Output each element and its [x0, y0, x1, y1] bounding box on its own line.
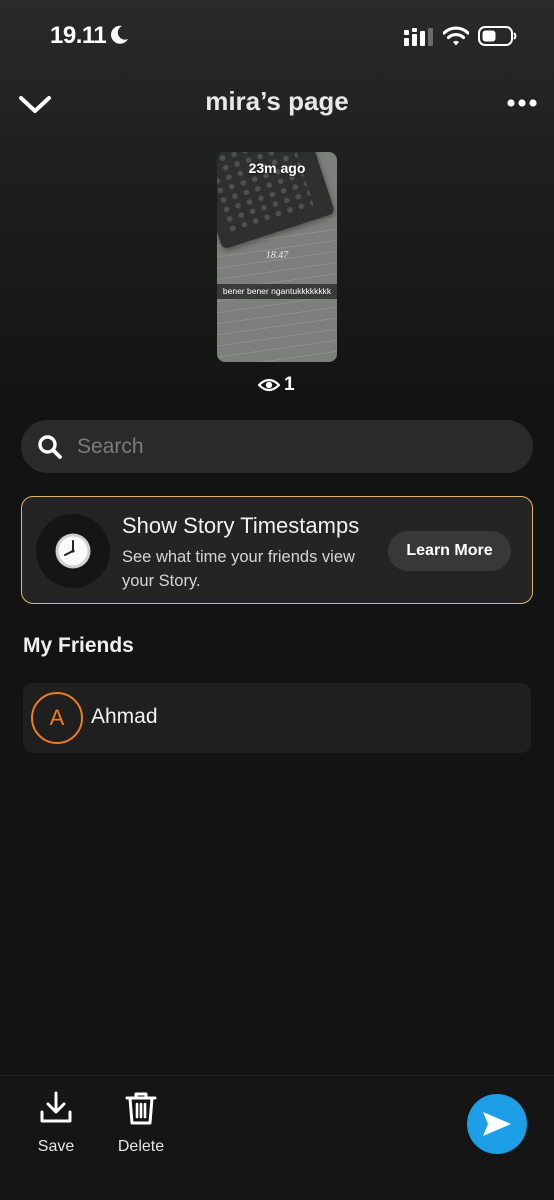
more-dots-icon[interactable] [505, 92, 539, 114]
save-label: Save [37, 1138, 75, 1155]
friend-name: Ahmad [91, 705, 158, 728]
bottom-action-bar: Save Delete [0, 1075, 554, 1200]
story-caption: bener bener ngantukkkkkkkk [217, 284, 337, 299]
send-arrow-icon [483, 1112, 511, 1136]
delete-label: Delete [117, 1138, 165, 1155]
status-bar: 19.11 [0, 0, 554, 75]
moon-icon [111, 25, 128, 44]
battery-icon [478, 26, 517, 46]
friend-row[interactable]: A Ahmad [23, 683, 531, 753]
clock-icon-container [36, 514, 110, 588]
status-time: 19.11 [50, 22, 107, 49]
story-timestamps-card: Show Story Timestamps See what time your… [21, 496, 533, 604]
eye-icon [258, 378, 280, 392]
search-input[interactable] [77, 430, 507, 463]
story-time-ago: 23m ago [248, 160, 306, 176]
page-title: mira’s page [205, 86, 349, 116]
wifi-icon [443, 26, 469, 46]
timestamps-title: Show Story Timestamps [122, 513, 360, 538]
delete-button[interactable]: Delete [106, 1090, 176, 1156]
story-photo-time: 18.47 [265, 250, 289, 261]
clock-icon [55, 533, 91, 569]
search-icon [38, 435, 62, 459]
avatar: A [31, 692, 83, 744]
trash-icon [125, 1092, 157, 1125]
search-bar[interactable] [21, 420, 533, 473]
signal-icon [404, 28, 433, 46]
my-friends-heading: My Friends [23, 634, 134, 657]
timestamps-description: See what time your friends view your Sto… [122, 548, 355, 590]
send-button[interactable] [467, 1094, 527, 1154]
download-icon [40, 1091, 72, 1123]
story-thumbnail[interactable]: 23m ago 18.47 bener bener ngantukkkkkkkk [217, 152, 337, 362]
view-count-row[interactable]: 1 [258, 374, 295, 396]
save-button[interactable]: Save [21, 1090, 91, 1156]
learn-more-button[interactable]: Learn More [388, 531, 511, 571]
view-count: 1 [284, 374, 295, 395]
